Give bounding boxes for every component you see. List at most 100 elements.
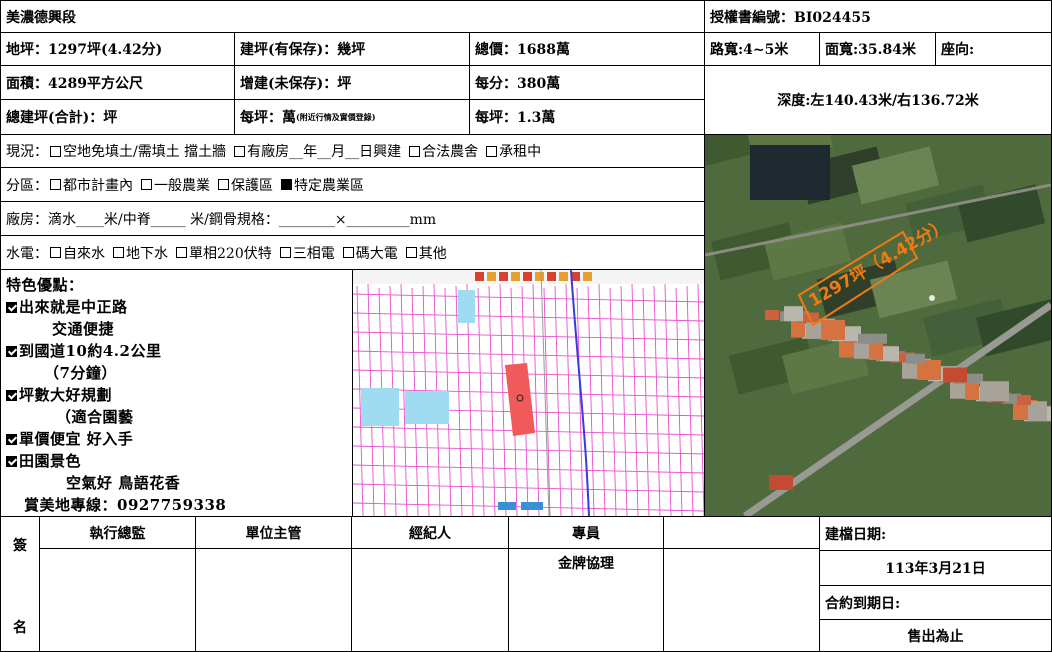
feature-text: 坪數大好規劃: [19, 386, 113, 404]
map-tool-icon[interactable]: [583, 272, 592, 281]
feature-item: 出來就是中正路: [6, 296, 128, 317]
checkbox-label: 承租中: [499, 144, 542, 160]
map-tool-icon[interactable]: [499, 272, 508, 281]
per-ping-cell: 每坪：萬 (附近行情及實價登錄): [234, 99, 470, 135]
checkbox[interactable]: [50, 247, 61, 258]
sign-extra[interactable]: [663, 548, 820, 652]
depth: 深度:左140.43米/右136.72米: [704, 65, 1052, 135]
aerial-photo: 1297坪（4.42分）: [704, 134, 1052, 517]
map-button-icon[interactable]: [521, 502, 543, 510]
checkbox[interactable]: [486, 145, 498, 157]
check-icon: [6, 346, 17, 357]
feature-text: 田園景色: [19, 452, 82, 470]
date-label: 建檔日期:: [819, 516, 1052, 551]
feature-item: （適合園藝: [56, 406, 134, 427]
feature-text: 單價便宜 好入手: [19, 430, 134, 448]
cadastral-map: [352, 269, 705, 517]
per-ping-price: 每坪：1.3萬: [469, 99, 705, 135]
checkbox[interactable]: [50, 145, 61, 157]
feature-text: （適合園藝: [56, 408, 134, 426]
sign-supervisor[interactable]: [195, 548, 352, 652]
map-tool-icon[interactable]: [475, 272, 484, 281]
check-icon: [6, 456, 17, 467]
zoning-row: 分區： 都市計畫內 一般農業 保護區 特定農業區: [0, 167, 705, 202]
feature-text: 賞美地專線：0927759338: [24, 496, 227, 514]
checkbox-label: 保護區: [231, 177, 273, 194]
map-tool-icon[interactable]: [523, 272, 532, 281]
utilities-row-label: 水電：: [6, 245, 48, 262]
feature-item: 到國道10約4.2公里: [6, 340, 161, 361]
utilities-row: 水電： 自來水 地下水 單相220伏特 三相電 碼大電 其他: [0, 235, 705, 270]
sign-director[interactable]: [39, 548, 196, 652]
poi-icon: [929, 295, 935, 301]
feature-item: （7分鐘）: [44, 362, 117, 383]
aerial-photo-svg: 1297坪（4.42分）: [705, 135, 1051, 516]
checkbox-label: 有廠房__年__月__日興建: [247, 144, 402, 160]
status-row: 現況： 空地免填土/需填土 擋土牆 有廠房__年__月__日興建 合法農舍 承租中: [0, 134, 705, 168]
checkbox[interactable]: [234, 145, 246, 157]
header-supervisor: 單位主管: [195, 516, 352, 549]
header-extra: [663, 516, 820, 549]
map-tool-icon[interactable]: [511, 272, 520, 281]
total-price: 總價：1688萬: [469, 32, 705, 66]
total-building: 總建坪(合計)：坪: [0, 99, 235, 135]
checkbox[interactable]: [405, 247, 417, 258]
expiry-label: 合約到期日:: [819, 585, 1052, 620]
checkbox[interactable]: [409, 145, 421, 157]
checkbox[interactable]: [281, 179, 292, 190]
feature-text: 空氣好 鳥語花香: [66, 474, 181, 492]
checkbox-label: 一般農業: [154, 177, 210, 194]
specialist-value: 金牌協理: [508, 548, 664, 652]
pond-shape: [405, 391, 449, 424]
sign-cell: 簽 名: [0, 516, 40, 652]
map-tool-icon[interactable]: [559, 272, 568, 281]
feature-text: （7分鐘）: [44, 364, 117, 382]
feature-item: 交通便捷: [52, 318, 114, 339]
factory-row: 廠房：滴水____米/中脊_____ 米/鋼骨規格：________×_____…: [0, 201, 705, 236]
checkbox[interactable]: [141, 179, 152, 190]
sign-bottom: 名: [13, 620, 27, 636]
header-specialist: 專員: [508, 516, 664, 549]
date-value: 113年3月21日: [819, 550, 1052, 586]
checkbox[interactable]: [50, 179, 61, 190]
expiry-value: 售出為止: [819, 619, 1052, 652]
checkbox-label: 三相電: [292, 245, 335, 262]
map-button-icon[interactable]: [498, 502, 516, 510]
header-director: 執行總監: [39, 516, 196, 549]
per-ping-note: (附近行情及實價登錄): [296, 111, 376, 122]
checkbox-label: 空地免填土/需填土 擋土牆: [63, 144, 227, 160]
map-tool-icon[interactable]: [535, 272, 544, 281]
checkbox-label: 其他: [418, 245, 447, 262]
check-icon: [6, 390, 17, 401]
features-title: 特色優點：: [6, 276, 84, 294]
auth-number: 授權書編號：BI024455: [704, 0, 1052, 33]
checkbox[interactable]: [342, 247, 354, 258]
checkbox-label: 都市計畫內: [63, 177, 133, 194]
map-tool-icon[interactable]: [487, 272, 496, 281]
feature-item: 賞美地專線：0927759338: [24, 494, 226, 515]
map-tool-icon[interactable]: [547, 272, 556, 281]
pond-shape: [458, 290, 475, 323]
checkbox[interactable]: [279, 247, 291, 258]
checkbox-label: 自來水: [63, 245, 105, 262]
checkbox-label: 碼大電: [355, 245, 398, 262]
header-agent: 經紀人: [351, 516, 509, 549]
building-registered: 建坪(有保存)：幾坪: [234, 32, 470, 66]
checkbox-label: 特定農業區: [294, 177, 364, 194]
checkbox[interactable]: [113, 247, 124, 258]
road-width: 路寬:4~5米: [704, 32, 820, 66]
building-extension: 增建(未保存)：坪: [234, 65, 470, 100]
feature-item: 單價便宜 好入手: [6, 428, 133, 449]
feature-text: 交通便捷: [52, 320, 115, 338]
feature-text: 到國道10約4.2公里: [19, 342, 162, 360]
checkbox-label: 單相220伏特: [189, 245, 272, 262]
checkbox[interactable]: [176, 247, 187, 258]
status-row-label: 現況：: [6, 144, 48, 160]
checkbox[interactable]: [218, 179, 229, 190]
section-name: 美濃德興段: [0, 0, 705, 33]
sign-top: 簽: [13, 538, 27, 554]
cadastral-map-svg: [353, 270, 704, 516]
check-icon: [6, 302, 17, 313]
zoning-row-label: 分區：: [6, 177, 48, 194]
sign-agent[interactable]: [351, 548, 509, 652]
